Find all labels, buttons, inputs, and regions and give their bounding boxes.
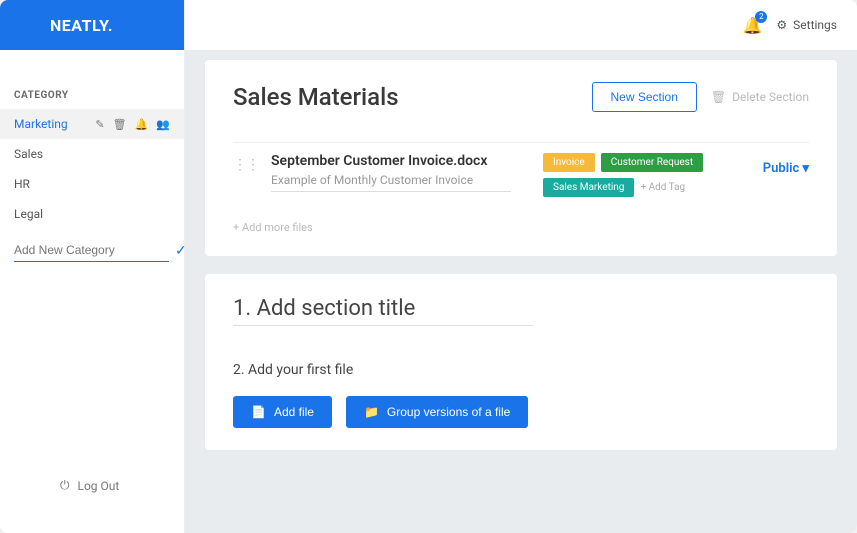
sidebar: NEATLY. CATEGORY Marketing ✎ 🗑 🔔 👥 Sales… xyxy=(0,0,185,533)
visibility-toggle[interactable]: Public ▾ xyxy=(763,153,809,176)
category-list: Marketing ✎ 🗑 🔔 👥 Sales HR Legal xyxy=(0,109,184,229)
section-header: Sales Materials New Section 🗑 Delete Sec… xyxy=(233,82,809,112)
section-actions: New Section 🗑 Delete Section xyxy=(592,82,809,112)
app-root: NEATLY. CATEGORY Marketing ✎ 🗑 🔔 👥 Sales… xyxy=(0,0,857,533)
gear-icon: ⚙ xyxy=(776,18,787,32)
add-more-files-button[interactable]: + Add more files xyxy=(233,221,809,234)
notifications-button[interactable]: 🔔 2 xyxy=(742,16,762,35)
main-content: Sales Materials New Section 🗑 Delete Sec… xyxy=(185,0,857,533)
category-heading: CATEGORY xyxy=(0,50,184,109)
file-icon: 📄 xyxy=(251,405,266,419)
drag-handle-icon[interactable]: ⋮⋮ xyxy=(233,157,259,173)
file-description[interactable]: Example of Monthly Customer Invoice xyxy=(271,173,511,192)
new-section-title-input[interactable]: 1. Add section title xyxy=(233,296,533,326)
topbar: 🔔 2 ⚙ Settings xyxy=(185,0,857,50)
delete-icon[interactable]: 🗑 xyxy=(113,118,127,131)
edit-icon[interactable]: ✎ xyxy=(95,118,104,131)
settings-button[interactable]: ⚙ Settings xyxy=(776,18,837,32)
sidebar-item-label: Sales xyxy=(14,147,43,161)
chevron-down-icon: ▾ xyxy=(802,161,809,176)
section-card: Sales Materials New Section 🗑 Delete Sec… xyxy=(205,60,837,256)
new-section-card: 1. Add section title 2. Add your first f… xyxy=(205,274,837,450)
file-row: ⋮⋮ September Customer Invoice.docx Examp… xyxy=(233,142,809,197)
add-file-label: Add file xyxy=(274,405,314,419)
share-icon[interactable]: 👥 xyxy=(156,118,170,131)
add-category-row: ✓ ✕ xyxy=(0,229,184,272)
section-title: Sales Materials xyxy=(233,83,399,111)
folder-icon: 📁 xyxy=(364,405,379,419)
category-item-actions: ✎ 🗑 🔔 👥 xyxy=(95,118,170,131)
tag-customer-request[interactable]: Customer Request xyxy=(601,153,703,172)
file-tags: Invoice Customer Request Sales Marketing… xyxy=(523,153,751,197)
logout-label: Log Out xyxy=(78,479,120,493)
notify-icon[interactable]: 🔔 xyxy=(135,118,149,131)
sidebar-item-legal[interactable]: Legal xyxy=(0,199,184,229)
group-versions-label: Group versions of a file xyxy=(387,405,510,419)
add-category-input[interactable] xyxy=(14,239,169,262)
delete-section-label: Delete Section xyxy=(732,90,809,104)
tag-sales-marketing[interactable]: Sales Marketing xyxy=(543,178,634,197)
delete-section-button[interactable]: 🗑 Delete Section xyxy=(711,90,809,104)
sidebar-item-sales[interactable]: Sales xyxy=(0,139,184,169)
sidebar-item-marketing[interactable]: Marketing ✎ 🗑 🔔 👥 xyxy=(0,109,184,139)
settings-label: Settings xyxy=(793,18,837,32)
notification-badge: 2 xyxy=(755,11,767,23)
sidebar-item-label: HR xyxy=(14,177,30,191)
trash-icon: 🗑 xyxy=(711,90,726,104)
add-file-button[interactable]: 📄 Add file xyxy=(233,396,332,428)
file-info: September Customer Invoice.docx Example … xyxy=(271,153,511,192)
file-name[interactable]: September Customer Invoice.docx xyxy=(271,153,511,173)
new-section-actions: 📄 Add file 📁 Group versions of a file xyxy=(233,396,809,428)
sidebar-item-hr[interactable]: HR xyxy=(0,169,184,199)
visibility-label: Public xyxy=(763,161,799,176)
logout-button[interactable]: ⏻ Log Out xyxy=(0,458,184,533)
group-versions-button[interactable]: 📁 Group versions of a file xyxy=(346,396,528,428)
sidebar-item-label: Legal xyxy=(14,207,43,221)
new-section-subtitle: 2. Add your first file xyxy=(233,362,809,378)
power-icon: ⏻ xyxy=(60,478,70,493)
tag-invoice[interactable]: Invoice xyxy=(543,153,595,172)
sidebar-item-label: Marketing xyxy=(14,117,68,131)
new-section-button[interactable]: New Section xyxy=(592,82,697,112)
brand-logo[interactable]: NEATLY. xyxy=(0,0,184,50)
add-tag-button[interactable]: + Add Tag xyxy=(640,182,685,193)
